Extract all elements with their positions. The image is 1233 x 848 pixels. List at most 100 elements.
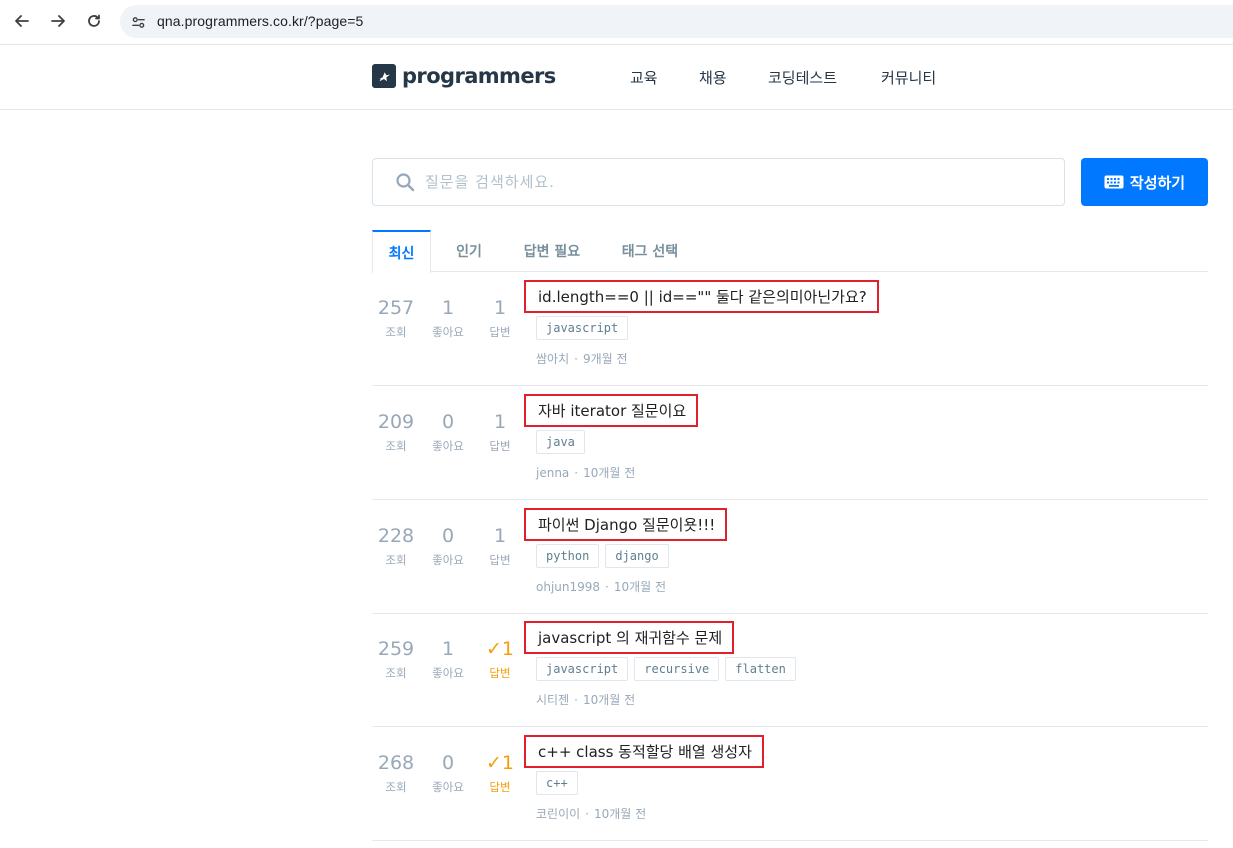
question-row[interactable]: 209 조회 0 좋아요 1 답변 자바 iterator 질문이요 java jenna · 10…: [372, 386, 1208, 500]
answers-count: ✓1 답변: [475, 751, 525, 795]
question-row[interactable]: 268 조회 0 좋아요 ✓1 답변 c++ class 동적할당 배열 생성자 c++ 코린이…: [372, 727, 1208, 841]
stat-label: 좋아요: [432, 439, 464, 453]
tag-chip[interactable]: recursive: [634, 657, 720, 681]
question-tags: java: [536, 430, 585, 454]
views-count: 268 조회: [371, 751, 421, 795]
stat-number: 259: [377, 638, 415, 660]
question-tags: javascript: [536, 316, 629, 340]
likes-count: 1 좋아요: [423, 637, 473, 681]
search-box: [372, 158, 1065, 206]
stat-label: 답변: [489, 439, 511, 453]
search-input[interactable]: [425, 159, 1045, 205]
separator-dot: ·: [585, 807, 589, 821]
question-title[interactable]: c++ class 동적할당 배열 생성자: [524, 735, 764, 768]
post-time: 10개월 전: [613, 580, 667, 594]
tag-chip[interactable]: javascript: [536, 316, 629, 340]
author-name[interactable]: jenna: [536, 466, 569, 480]
post-time: 10개월 전: [583, 466, 636, 480]
write-question-button[interactable]: 작성하기: [1081, 158, 1208, 206]
stat-number: 0: [441, 525, 455, 547]
answers-count: 1 답변: [475, 296, 525, 340]
answers-count: 1 답변: [475, 524, 525, 568]
stat-number: 209: [377, 411, 415, 433]
arrow-left-icon: [15, 15, 29, 27]
stat-number: 1: [493, 411, 507, 433]
tag-chip[interactable]: django: [605, 544, 669, 568]
question-title[interactable]: 자바 iterator 질문이요: [524, 394, 699, 427]
question-meta: 코린이이 · 10개월 전: [536, 805, 646, 822]
arrow-right-icon: [51, 15, 65, 27]
stat-number: 1: [493, 525, 507, 547]
site-info-icon[interactable]: [128, 12, 148, 32]
tag-chip[interactable]: javascript: [536, 657, 629, 681]
stat-label: 답변: [489, 553, 511, 567]
stat-label: 좋아요: [432, 666, 464, 680]
question-title[interactable]: 파이썬 Django 질문이욧!!!: [524, 508, 728, 541]
back-button[interactable]: [8, 7, 36, 35]
author-name[interactable]: ohjun1998: [536, 580, 600, 594]
question-title[interactable]: javascript 의 재귀함수 문제: [524, 621, 735, 654]
stat-label: 좋아요: [432, 780, 464, 794]
question-tags: python django: [536, 544, 669, 568]
question-meta: 시티젠 · 10개월 전: [536, 691, 635, 708]
post-time: 10개월 전: [594, 807, 647, 821]
question-row[interactable]: 228 조회 0 좋아요 1 답변 파이썬 Django 질문이욧!!! python djan…: [372, 500, 1208, 614]
question-row[interactable]: 257 조회 1 좋아요 1 답변 id.length==0 || id=="" 둘다 같은…: [372, 272, 1208, 386]
stat-number: 228: [377, 525, 415, 547]
tab-popular[interactable]: 인기: [441, 230, 497, 272]
forward-button[interactable]: [44, 7, 72, 35]
answers-count: 1 답변: [475, 410, 525, 454]
stat-number: 0: [441, 752, 455, 774]
stat-number: ✓1: [485, 752, 514, 774]
nav-education[interactable]: 교육: [630, 67, 658, 88]
separator-dot: ·: [574, 352, 578, 366]
tag-chip[interactable]: flatten: [725, 657, 796, 681]
site-header: programmers 교육 채용 코딩테스트 커뮤니티: [0, 45, 1233, 110]
post-time: 10개월 전: [582, 693, 636, 707]
author-name[interactable]: 코린이이: [536, 807, 580, 821]
question-meta: ohjun1998 · 10개월 전: [536, 578, 666, 595]
address-bar[interactable]: qna.programmers.co.kr/?page=5: [120, 5, 1233, 38]
question-tags: c++: [536, 771, 578, 795]
author-name[interactable]: 시티젠: [536, 693, 569, 707]
views-count: 259 조회: [371, 637, 421, 681]
likes-count: 0 좋아요: [423, 410, 473, 454]
reload-icon: [88, 14, 100, 27]
separator-dot: ·: [574, 466, 579, 480]
tab-needs-answer[interactable]: 답변 필요: [512, 230, 592, 272]
stat-label: 조회: [385, 780, 407, 794]
question-meta: 쌈아치 · 9개월 전: [536, 350, 628, 367]
stat-label: 조회: [385, 439, 407, 453]
author-name[interactable]: 쌈아치: [536, 352, 569, 366]
nav-coding-test[interactable]: 코딩테스트: [768, 67, 837, 88]
logo-text: programmers: [402, 64, 556, 88]
question-row[interactable]: 259 조회 1 좋아요 ✓1 답변 javascript 의 재귀함수 문제 javascr…: [372, 613, 1208, 727]
question-title[interactable]: id.length==0 || id=="" 둘다 같은의미아닌가요?: [524, 280, 879, 313]
tag-chip[interactable]: python: [536, 544, 600, 568]
nav-community[interactable]: 커뮤니티: [881, 67, 936, 88]
question-tags: javascript recursive flatten: [536, 657, 796, 681]
tag-chip[interactable]: c++: [536, 771, 578, 795]
question-tabs: 최신 인기 답변 필요 태그 선택: [372, 230, 1208, 273]
reload-button[interactable]: [80, 7, 108, 35]
programmers-logo[interactable]: programmers: [372, 64, 556, 88]
stat-number: ✓1: [485, 638, 514, 660]
stat-label: 좋아요: [432, 553, 464, 567]
stat-label: 조회: [385, 325, 407, 339]
stat-label: 답변: [489, 666, 511, 680]
tab-latest[interactable]: 최신: [372, 230, 431, 273]
post-time: 9개월 전: [582, 352, 628, 366]
url-text: qna.programmers.co.kr/?page=5: [157, 13, 364, 29]
search-icon: [396, 173, 415, 192]
stat-label: 좋아요: [432, 325, 464, 339]
tag-chip[interactable]: java: [536, 430, 585, 454]
stat-number: 1: [441, 297, 455, 319]
stat-number: 1: [441, 638, 455, 660]
tab-select-tag[interactable]: 태그 선택: [610, 230, 690, 272]
browser-toolbar: qna.programmers.co.kr/?page=5: [0, 0, 1233, 45]
nav-jobs[interactable]: 채용: [699, 67, 727, 88]
logo-mark-icon: [372, 64, 396, 88]
stat-label: 조회: [385, 666, 407, 680]
views-count: 228 조회: [371, 524, 421, 568]
separator-dot: ·: [574, 693, 578, 707]
